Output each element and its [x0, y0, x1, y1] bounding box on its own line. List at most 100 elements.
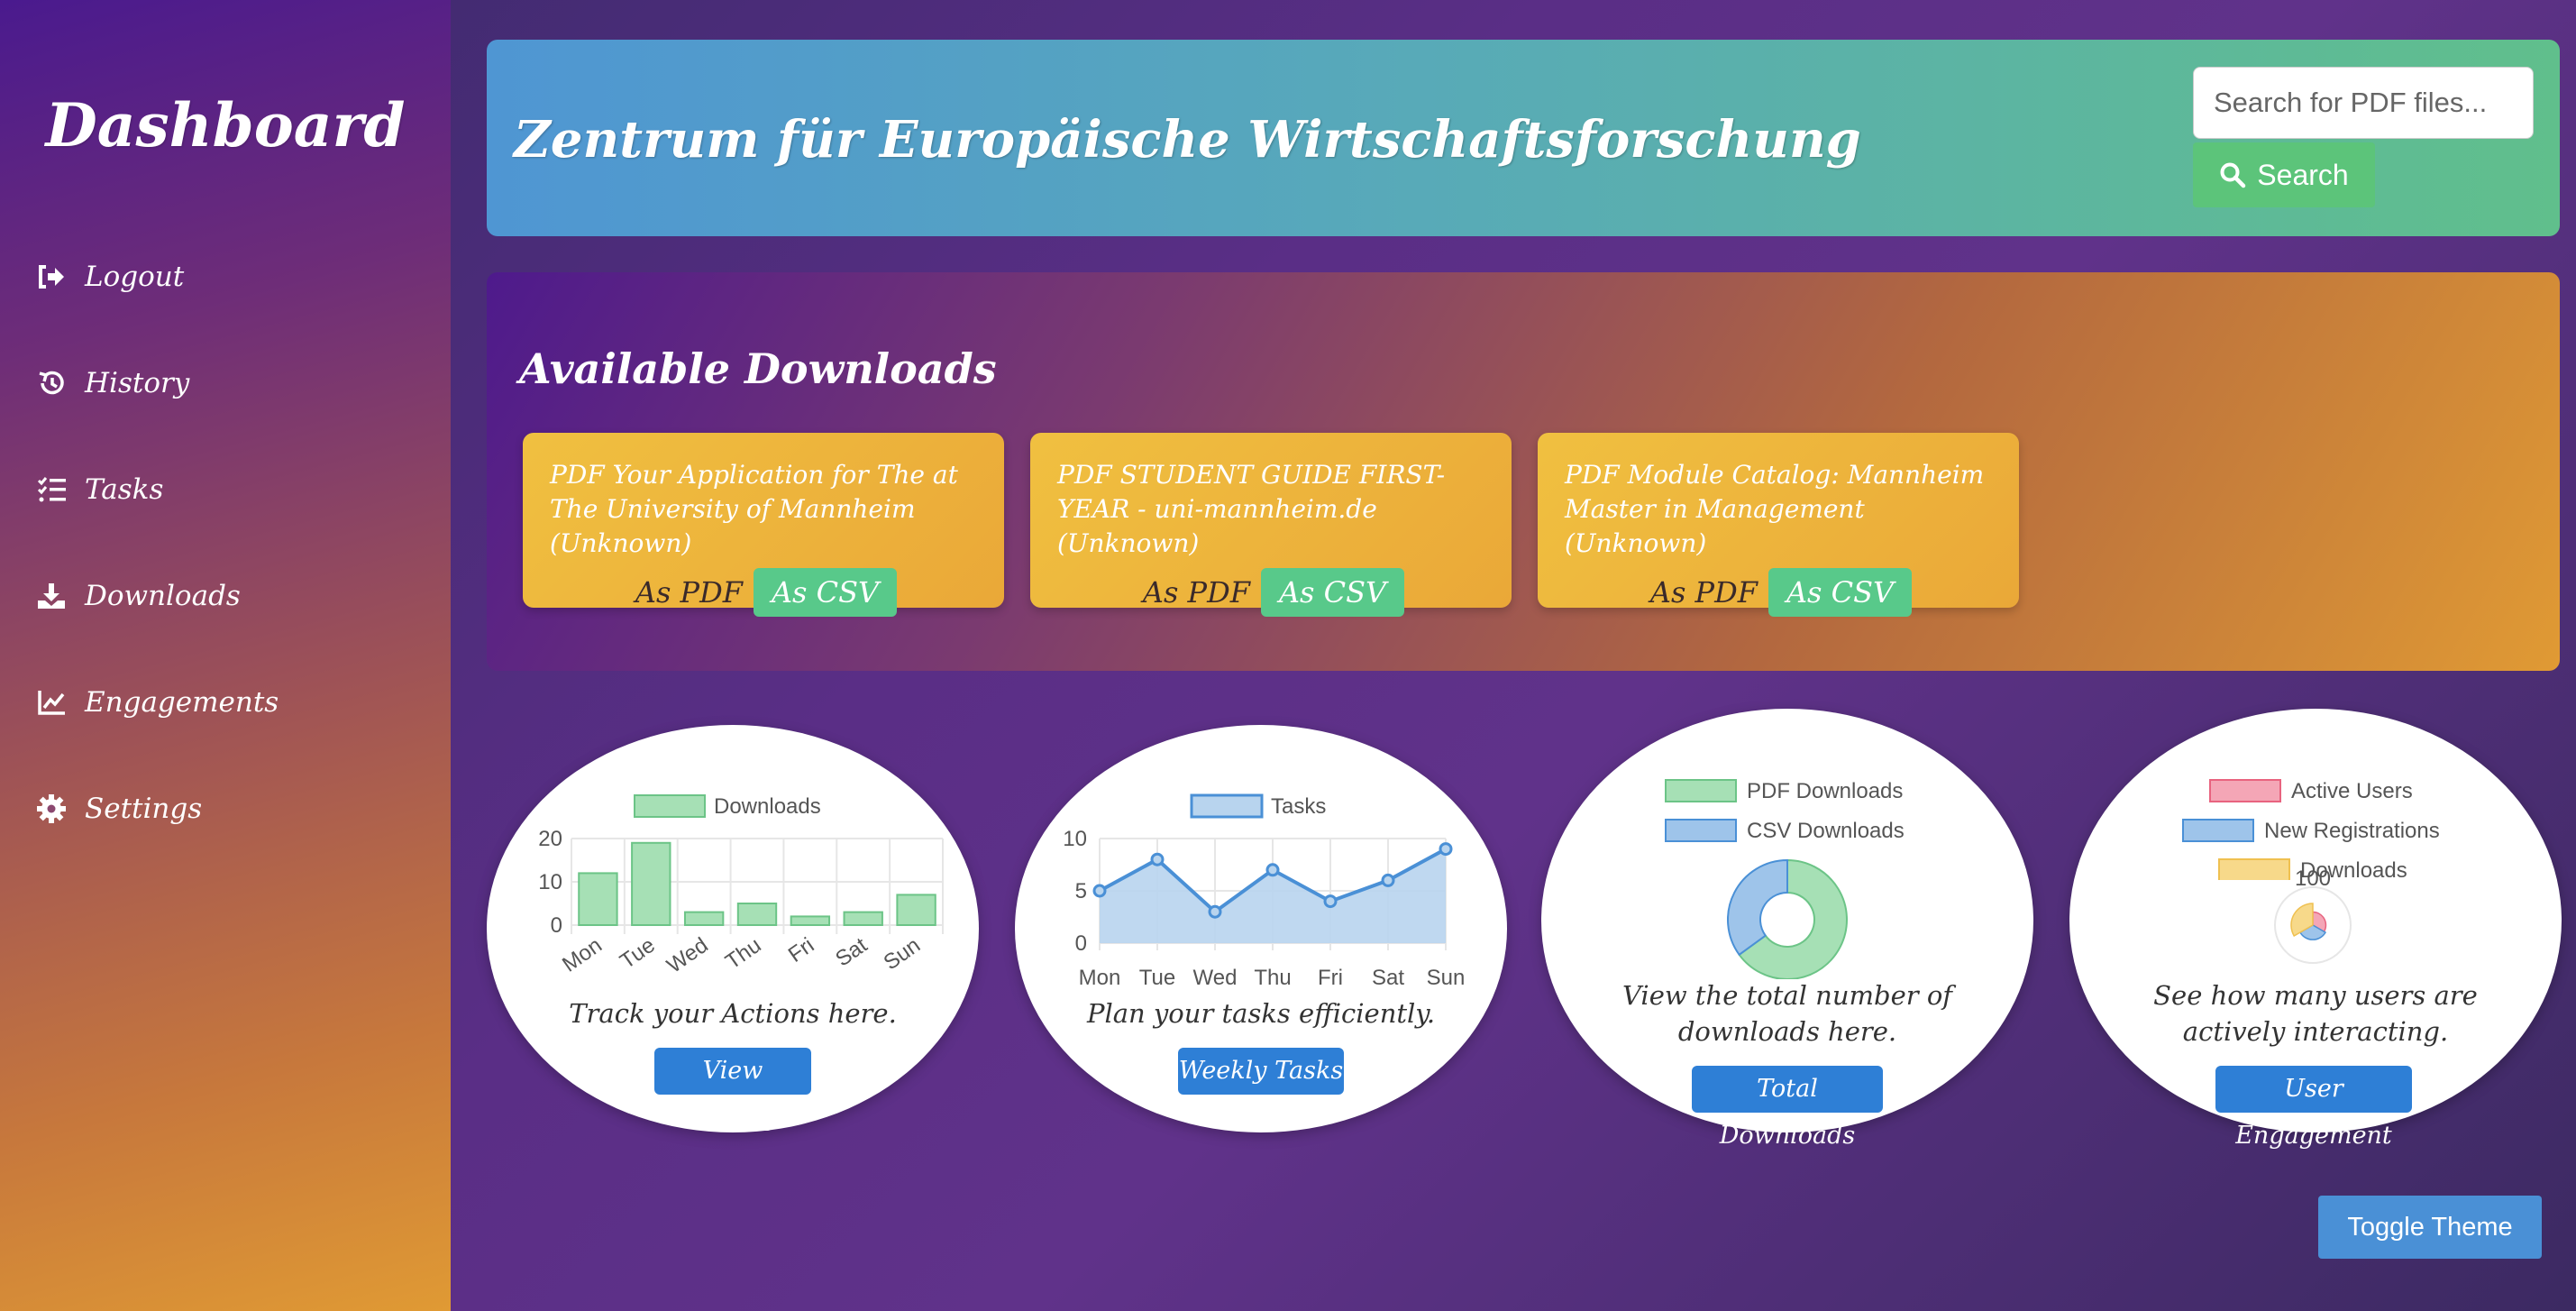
- sidebar-item-tasks[interactable]: Tasks: [0, 436, 451, 543]
- legend-swatch: [634, 794, 706, 818]
- legend-swatch: [2209, 779, 2281, 802]
- x-tick-label: Tue: [1139, 966, 1175, 990]
- legend-label: Active Users: [2291, 779, 2413, 803]
- doughnut-slice: [1727, 858, 1788, 957]
- sidebar: Dashboard Logout History Tasks Downloads…: [0, 0, 451, 1311]
- downloads-description: View the total number of downloads here.: [1621, 980, 1953, 1047]
- bar: [896, 894, 936, 926]
- sidebar-item-logout[interactable]: Logout: [0, 224, 451, 330]
- sidebar-item-engagements[interactable]: Engagements: [0, 649, 451, 756]
- view-history-button[interactable]: View History: [654, 1048, 811, 1132]
- bar: [843, 911, 883, 927]
- search-button-label: Search: [2257, 158, 2349, 191]
- legend-label: Downloads: [714, 794, 821, 819]
- as-csv-button[interactable]: As CSV: [1260, 568, 1405, 617]
- sidebar-item-label: Downloads: [85, 580, 241, 612]
- x-tick-label: Sun: [880, 933, 925, 976]
- sidebar-item-label: Logout: [85, 261, 185, 293]
- y-tick-label: 5: [1075, 879, 1087, 903]
- legend-label: New Registrations: [2264, 819, 2440, 843]
- logout-icon: [36, 261, 67, 292]
- as-csv-button[interactable]: As CSV: [1768, 568, 1913, 617]
- bar: [631, 841, 671, 926]
- x-tick-label: Sun: [1427, 966, 1466, 990]
- line-point: [1439, 842, 1453, 857]
- engagement-description: See how many users are actively interact…: [2153, 980, 2478, 1047]
- legend-label: Tasks: [1271, 794, 1326, 819]
- tasks-widget: Tasks 0 5 10 Mon Tue Wed Thu Fri Sat Sun Plan your…: [1015, 725, 1507, 1132]
- y-tick-label: 0: [1075, 931, 1087, 956]
- sidebar-item-history[interactable]: History: [0, 330, 451, 436]
- toggle-theme-button[interactable]: Toggle Theme: [2318, 1196, 2542, 1259]
- legend-swatch: [2218, 858, 2290, 880]
- download-card-title: PDF Module Catalog: Mannheim Master in M…: [1565, 460, 1985, 558]
- tasks-line-chart: Tasks 0 5 10 Mon Tue Wed Thu Fri Sat Sun: [1063, 793, 1466, 990]
- download-card: PDF STUDENT GUIDE FIRST-YEAR - uni-mannh…: [1030, 433, 1512, 617]
- sidebar-item-downloads[interactable]: Downloads: [0, 543, 451, 649]
- download-icon: [36, 581, 67, 611]
- search-icon: [2220, 162, 2246, 188]
- y-tick-label: 10: [538, 870, 562, 894]
- bar: [683, 911, 725, 927]
- total-downloads-widget: PDF Downloads CSV Downloads View the tota…: [1541, 709, 2033, 1150]
- as-csv-button[interactable]: As CSV: [753, 568, 898, 617]
- x-tick-label: Thu: [721, 933, 765, 975]
- downloads-bar-chart: Downloads 0 10 20 Mon Tue Wed Thu Fri Sat Sun: [538, 794, 944, 978]
- history-icon: [36, 368, 67, 399]
- sidebar-item-label: History: [85, 367, 190, 399]
- header-banner: Zentrum für Europäische Wirtschaftsforsc…: [487, 40, 2560, 236]
- user-engagement-button[interactable]: User Engagement: [2215, 1066, 2412, 1150]
- history-widget: Downloads 0 10 20 Mon Tue Wed Thu Fri Sat Sun Trac…: [487, 725, 979, 1132]
- legend-swatch: [1190, 793, 1264, 819]
- bar: [790, 915, 831, 926]
- brand-title: Dashboard: [45, 90, 406, 160]
- as-pdf-link[interactable]: As PDF: [630, 568, 748, 617]
- sidebar-item-label: Tasks: [85, 473, 164, 506]
- history-description: Track your Actions here.: [569, 998, 897, 1029]
- gear-icon: [36, 793, 67, 824]
- bar: [578, 872, 618, 926]
- legend-swatch: [1665, 819, 1737, 842]
- y-tick-label: 20: [538, 827, 562, 851]
- line-point: [1323, 894, 1338, 909]
- total-downloads-button[interactable]: Total Downloads: [1692, 1066, 1883, 1150]
- download-card-title: PDF Your Application for The at The Univ…: [550, 460, 958, 558]
- line-point: [1265, 863, 1280, 877]
- x-tick-label: Wed: [1193, 966, 1238, 990]
- tasks-description: Plan your tasks efficiently.: [1086, 998, 1436, 1029]
- x-tick-label: Wed: [662, 933, 713, 978]
- line-point: [1092, 884, 1107, 898]
- x-tick-label: Sat: [831, 933, 872, 972]
- download-card-title: PDF STUDENT GUIDE FIRST-YEAR - uni-mannh…: [1057, 460, 1446, 558]
- sidebar-item-label: Settings: [85, 793, 203, 825]
- as-pdf-link[interactable]: As PDF: [1645, 568, 1763, 617]
- available-downloads-panel: Available Downloads PDF Your Application…: [487, 272, 2560, 671]
- weekly-tasks-button[interactable]: Weekly Tasks: [1178, 1048, 1344, 1095]
- y-tick-label: 10: [1063, 827, 1087, 851]
- sidebar-item-settings[interactable]: Settings: [0, 756, 451, 862]
- download-card: PDF Your Application for The at The Univ…: [523, 433, 1004, 617]
- x-tick-label: Fri: [784, 933, 818, 967]
- legend-swatch: [2182, 819, 2254, 842]
- x-tick-label: Sat: [1372, 966, 1404, 990]
- download-card: PDF Module Catalog: Mannheim Master in M…: [1538, 433, 2019, 617]
- x-tick-label: Tue: [616, 933, 660, 974]
- downloads-doughnut-chart: PDF Downloads CSV Downloads: [1665, 779, 1905, 979]
- search-input[interactable]: [2193, 67, 2534, 139]
- x-tick-label: Mon: [1079, 966, 1121, 990]
- legend-swatch: [1665, 779, 1737, 802]
- legend-label: CSV Downloads: [1747, 819, 1905, 843]
- chart-line-icon: [36, 687, 67, 718]
- user-engagement-widget: Active Users New Registrations Downloads 10…: [2069, 709, 2562, 1150]
- line-point: [1150, 852, 1165, 866]
- downloads-title: Available Downloads: [519, 344, 997, 393]
- radial-tick-label: 100: [2295, 866, 2331, 891]
- as-pdf-link[interactable]: As PDF: [1137, 568, 1256, 617]
- bar: [736, 903, 778, 926]
- tasks-icon: [36, 474, 67, 505]
- sidebar-item-label: Engagements: [85, 686, 279, 719]
- x-tick-label: Mon: [558, 933, 607, 977]
- line-point: [1208, 904, 1222, 919]
- search-button[interactable]: Search: [2193, 142, 2375, 207]
- line-point: [1381, 873, 1395, 887]
